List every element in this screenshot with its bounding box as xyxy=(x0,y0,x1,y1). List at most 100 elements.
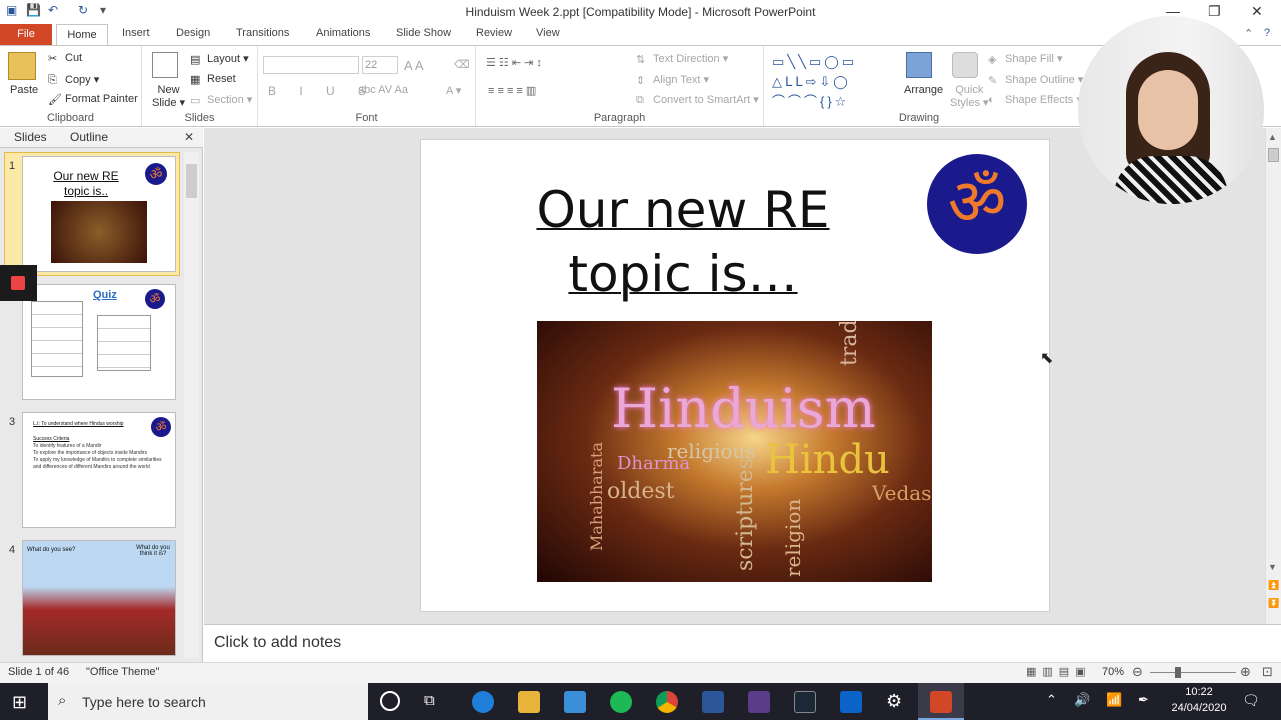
slide-thumbnail-2[interactable]: Quiz ॐ xyxy=(22,284,176,400)
tab-file[interactable]: File xyxy=(0,24,52,45)
spotify-icon[interactable] xyxy=(610,691,632,713)
clear-format-icon[interactable]: ⌫ xyxy=(454,58,470,71)
hinduism-word-cloud-image[interactable]: Hinduism Hindu religious Dharma oldest V… xyxy=(537,321,932,582)
pen-icon[interactable]: ✒ xyxy=(1138,692,1149,708)
zoom-in-icon[interactable]: ⊕ xyxy=(1240,664,1251,680)
paragraph-group-label: Paragraph xyxy=(593,112,646,124)
editor-scrollbar[interactable]: ▲ ▼ ⏫ ⏬ xyxy=(1265,128,1281,624)
paste-button[interactable]: Paste xyxy=(10,84,38,96)
edge-icon[interactable] xyxy=(472,691,494,713)
zoom-slider[interactable] xyxy=(1150,672,1236,673)
mouse-cursor-icon: ⬉ xyxy=(1040,350,1054,367)
format-painter-button[interactable]: 🖌 Format Painter xyxy=(48,93,138,106)
zoom-level[interactable]: 70% xyxy=(1102,666,1124,678)
char-spacing-icon[interactable]: abc AV Aa xyxy=(358,84,408,96)
word-icon[interactable] xyxy=(702,691,724,713)
current-slide[interactable]: Our new RE topic is… ॐ Hinduism Hindu re… xyxy=(420,139,1050,612)
chrome-icon[interactable] xyxy=(656,691,678,713)
zoom-out-icon[interactable]: ⊖ xyxy=(1132,664,1143,680)
new-slide-icon[interactable] xyxy=(152,52,178,78)
arrange-button[interactable]: Arrange xyxy=(904,84,943,96)
om-symbol-icon[interactable]: ॐ xyxy=(927,154,1027,254)
tab-home[interactable]: Home xyxy=(56,24,108,46)
powerpoint-taskbar-button[interactable] xyxy=(918,683,964,720)
teams-icon[interactable] xyxy=(748,691,770,713)
shape-fill-button[interactable]: ◈ Shape Fill ▾ xyxy=(988,52,1063,66)
file-explorer-icon[interactable] xyxy=(518,691,540,713)
notifications-icon[interactable]: 🗨 xyxy=(1242,692,1260,709)
volume-icon[interactable]: 🔊 xyxy=(1074,692,1090,708)
align-text-button[interactable]: ⇕ Align Text ▾ xyxy=(636,73,709,87)
font-name-select[interactable] xyxy=(263,56,359,74)
wifi-icon[interactable]: 📶 xyxy=(1106,692,1122,708)
next-slide-icon[interactable]: ⏬ xyxy=(1268,598,1279,609)
tab-view[interactable]: View xyxy=(536,27,560,39)
settings-icon[interactable]: ⚙ xyxy=(886,691,902,712)
scroll-down-icon[interactable]: ▼ xyxy=(1268,562,1277,572)
slides-pane: Slides Outline ✕ 1 Our new RE topic is..… xyxy=(0,128,203,662)
editor-scroll-thumb[interactable] xyxy=(1268,148,1279,162)
layout-button[interactable]: ▤ Layout ▾ xyxy=(190,52,249,66)
thumbnail-title: Quiz xyxy=(93,289,117,301)
section-button[interactable]: ▭ Section ▾ xyxy=(190,93,252,107)
record-stop-button[interactable] xyxy=(0,265,37,301)
tab-animations[interactable]: Animations xyxy=(316,27,370,39)
thumbnail-caption-right: What do you think it is? xyxy=(136,545,170,557)
arrange-icon[interactable] xyxy=(906,52,932,78)
shape-effects-button[interactable]: ◐Shape Effects ▾ xyxy=(988,93,1082,106)
tab-outline[interactable]: Outline xyxy=(70,130,108,144)
convert-smartart-button[interactable]: ⧉ Convert to SmartArt ▾ xyxy=(636,93,759,106)
slide-title[interactable]: Our new RE topic is… xyxy=(491,178,875,306)
quick-styles-button[interactable]: Quick Styles ▾ xyxy=(950,84,989,110)
steam-icon[interactable] xyxy=(794,691,816,713)
reset-button[interactable]: ▦ Reset xyxy=(190,73,236,87)
cut-button[interactable]: ✂ Cut xyxy=(48,52,82,65)
store-icon[interactable] xyxy=(564,691,586,713)
shapes-gallery[interactable]: ▭╲╲▭◯▭ △ᒪᒪ⇨⇩◯ ⌒⌒⌒{}☆ xyxy=(772,52,857,112)
slide-thumbnail-3[interactable]: L.I: To understand where Hindus worship … xyxy=(22,412,176,528)
powerpoint-icon xyxy=(930,691,952,713)
cortana-icon[interactable] xyxy=(380,691,400,711)
quick-styles-icon[interactable] xyxy=(952,52,978,78)
task-view-icon[interactable]: ⧉ xyxy=(424,692,435,709)
help-icon[interactable]: ? xyxy=(1264,27,1270,39)
shape-outline-button[interactable]: ✎Shape Outline ▾ xyxy=(988,73,1083,87)
tab-design[interactable]: Design xyxy=(176,27,210,39)
cloud-word: tradition xyxy=(837,321,862,366)
clock-date[interactable]: 24/04/2020 xyxy=(1164,702,1234,714)
tab-slide-show[interactable]: Slide Show xyxy=(396,27,451,39)
notes-placeholder[interactable]: Click to add notes xyxy=(214,634,341,652)
fit-to-window-icon[interactable]: ⊡ xyxy=(1262,664,1273,680)
windows-start-icon[interactable]: ⊞ xyxy=(12,692,27,713)
font-size-select[interactable]: 22 xyxy=(362,56,398,74)
cloud-word: Mahabharata xyxy=(587,441,606,551)
align-icons[interactable]: ≡ ≡ ≡ ≡ ▥ xyxy=(488,84,536,97)
clock-time[interactable]: 10:22 xyxy=(1172,686,1226,698)
mail-icon[interactable] xyxy=(840,691,862,713)
bullets-icon[interactable]: ☰ ☷ ⇤ ⇥ ↕ xyxy=(486,56,542,69)
close-pane-icon[interactable]: ✕ xyxy=(184,130,194,144)
copy-button[interactable]: ⎘ Copy ▾ xyxy=(48,73,99,86)
stop-icon xyxy=(11,276,25,290)
new-slide-button[interactable]: New Slide ▾ xyxy=(152,84,185,110)
pane-scrollbar[interactable] xyxy=(184,152,199,658)
paste-icon[interactable] xyxy=(8,52,36,80)
notes-pane[interactable]: Click to add notes xyxy=(204,624,1281,662)
tab-insert[interactable]: Insert xyxy=(122,27,150,39)
tab-transitions[interactable]: Transitions xyxy=(236,27,289,39)
zoom-slider-thumb[interactable] xyxy=(1175,667,1181,678)
font-color-icon[interactable]: A ▾ xyxy=(446,84,461,97)
tray-chevron-icon[interactable]: ⌃ xyxy=(1046,692,1057,708)
previous-slide-icon[interactable]: ⏫ xyxy=(1268,580,1279,591)
text-direction-button[interactable]: ⇅ Text Direction ▾ xyxy=(636,52,728,66)
slide-thumbnail-1[interactable]: Our new RE topic is.. ॐ xyxy=(22,156,176,272)
pane-scroll-thumb[interactable] xyxy=(186,164,197,198)
view-buttons[interactable]: ▦▥▤▣ xyxy=(1026,665,1092,678)
taskbar-search-box[interactable]: ⌕ Type here to search xyxy=(48,683,368,720)
tab-review[interactable]: Review xyxy=(476,27,512,39)
scroll-up-icon[interactable]: ▲ xyxy=(1268,132,1277,142)
tab-slides[interactable]: Slides xyxy=(14,130,47,144)
reset-icon: ▦ xyxy=(190,74,201,87)
grow-font-icon[interactable]: A A xyxy=(404,58,424,73)
slide-thumbnail-4[interactable]: What do you see? What do you think it is… xyxy=(22,540,176,656)
